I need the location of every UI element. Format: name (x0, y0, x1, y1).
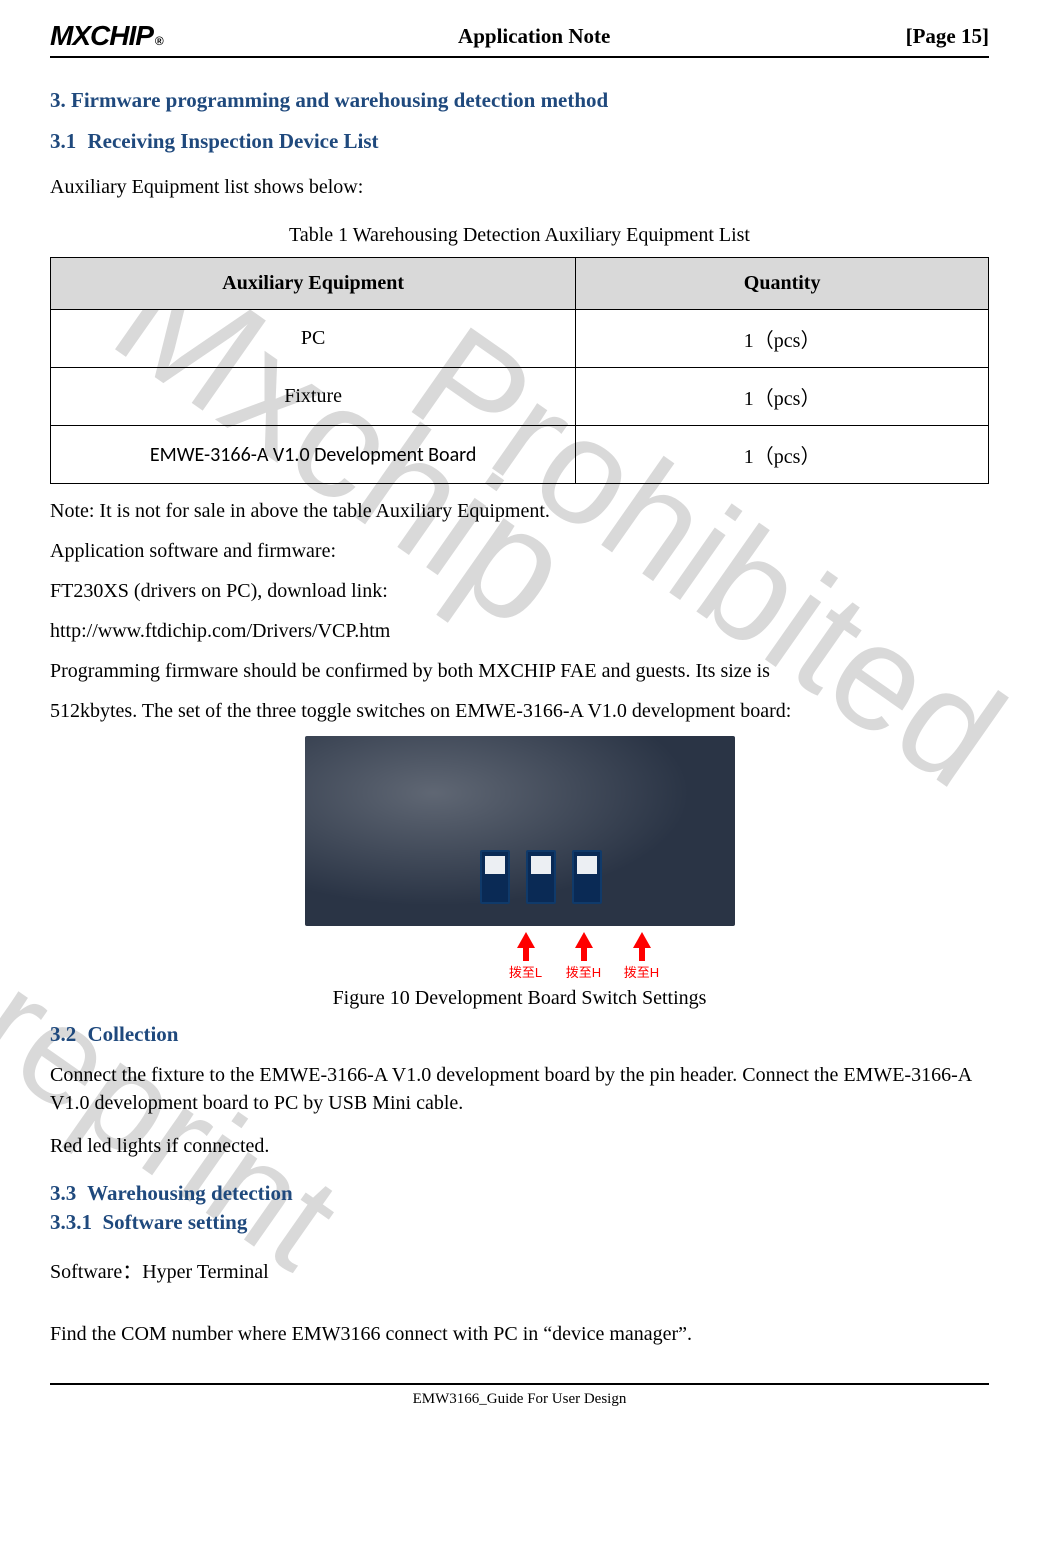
heading-text: Receiving Inspection Device List (88, 129, 379, 153)
figure-10: 拨至L 拨至H 拨至H Figure 10 Development Board … (50, 736, 989, 1020)
find-com-instruction: Find the COM number where EMW3166 connec… (50, 1315, 989, 1353)
toggle-switch-icon (480, 850, 510, 904)
arrow-label: 拨至H (566, 962, 601, 981)
heading-text: Software setting (103, 1210, 248, 1234)
section-3-3-1-heading: 3.3.1 Software setting (50, 1210, 989, 1235)
auxiliary-equipment-table: Auxiliary Equipment Quantity PC 1（pcs） F… (50, 257, 989, 484)
table-caption: Table 1 Warehousing Detection Auxiliary … (50, 224, 989, 247)
switch-arrows-row: 拨至L 拨至H 拨至H (505, 932, 663, 981)
logo-registered-icon: ® (155, 34, 163, 48)
section-3-heading: 3. Firmware programming and warehousing … (50, 88, 989, 113)
arrow-label: 拨至H (624, 962, 659, 981)
logo-text: MXCHIP (50, 20, 153, 52)
section-3-1-heading: 3.1 Receiving Inspection Device List (50, 129, 989, 154)
figure-caption: Figure 10 Development Board Switch Setti… (333, 987, 707, 1010)
table-header-equipment: Auxiliary Equipment (51, 258, 576, 310)
heading-text: Warehousing detection (87, 1181, 293, 1205)
arrow-label: 拨至L (509, 962, 542, 981)
heading-number: 3.3.1 (50, 1210, 92, 1234)
table-note: Note: It is not for sale in above the ta… (50, 492, 989, 530)
footer-text: EMW3166_Guide For User Design (50, 1391, 989, 1408)
development-board-image (305, 736, 735, 926)
table-row: EMWE-3166-A V1.0 Development Board 1（pcs… (51, 426, 989, 484)
equipment-qty: 1（pcs） (576, 426, 989, 484)
equipment-name: Fixture (51, 368, 576, 426)
table-row: Fixture 1（pcs） (51, 368, 989, 426)
programming-note-line1: Programming firmware should be confirmed… (50, 652, 989, 690)
software-name: Software：Hyper Terminal (50, 1253, 989, 1291)
page-header: MXCHIP ® Application Note [Page 15] (50, 20, 989, 52)
toggle-switch-icon (526, 850, 556, 904)
programming-note-line2: 512kbytes. The set of the three toggle s… (50, 692, 989, 730)
software-firmware-label: Application software and firmware: (50, 532, 989, 570)
section-3-3-heading: 3.3 Warehousing detection (50, 1181, 989, 1206)
driver-text: FT230XS (drivers on PC), download link: (50, 572, 989, 610)
header-divider (50, 56, 989, 58)
logo: MXCHIP ® (50, 20, 163, 52)
driver-download-link[interactable]: http://www.ftdichip.com/Drivers/VCP.htm (50, 612, 989, 650)
heading-number: 3.3 (50, 1181, 76, 1205)
header-title: Application Note (458, 24, 610, 49)
collection-paragraph-1: Connect the fixture to the EMWE-3166-A V… (50, 1061, 989, 1117)
heading-number: 3.2 (50, 1022, 76, 1046)
equipment-qty: 1（pcs） (576, 310, 989, 368)
intro-paragraph: Auxiliary Equipment list shows below: (50, 168, 989, 206)
table-header-quantity: Quantity (576, 258, 989, 310)
section-3-2-heading: 3.2 Collection (50, 1022, 989, 1047)
heading-text: Collection (88, 1022, 179, 1046)
equipment-name: EMWE-3166-A V1.0 Development Board (51, 426, 576, 484)
table-row: PC 1（pcs） (51, 310, 989, 368)
up-arrow-icon (517, 932, 535, 948)
heading-number: 3.1 (50, 129, 76, 153)
equipment-qty: 1（pcs） (576, 368, 989, 426)
collection-paragraph-2: Red led lights if connected. (50, 1127, 989, 1165)
page-number: [Page 15] (906, 24, 989, 49)
footer-divider (50, 1383, 989, 1385)
equipment-name: PC (51, 310, 576, 368)
up-arrow-icon (633, 932, 651, 948)
up-arrow-icon (575, 932, 593, 948)
toggle-switch-icon (572, 850, 602, 904)
